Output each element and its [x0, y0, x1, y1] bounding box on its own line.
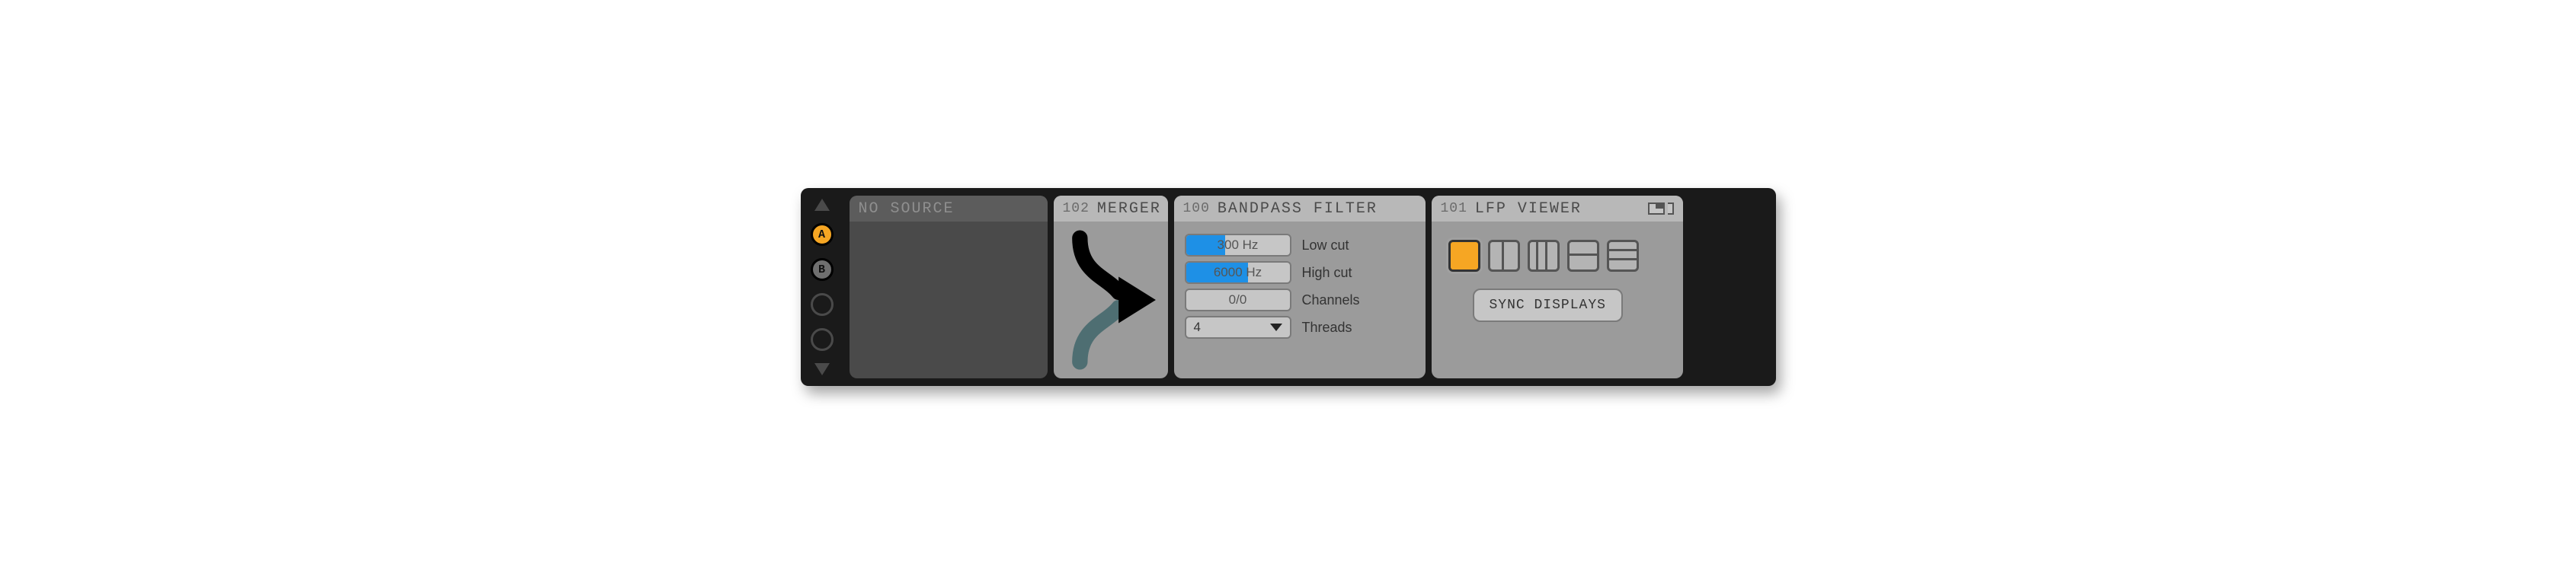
bandpass-titlebar: 100 BANDPASS FILTER	[1174, 196, 1426, 222]
lfp-body: SYNC DISPLAYS	[1432, 222, 1683, 378]
low-cut-unit: Hz	[1243, 238, 1259, 252]
no-source-title: NO SOURCE	[850, 196, 1048, 222]
lfp-id: 101	[1441, 201, 1467, 216]
move-up-icon[interactable]	[814, 199, 830, 211]
merge-arrow-icon	[1064, 229, 1157, 371]
layout-buttons	[1448, 240, 1672, 272]
channels-selector[interactable]: 0/0	[1185, 289, 1291, 311]
merger-id: 102	[1063, 201, 1090, 216]
merger-body	[1054, 222, 1168, 378]
merger-panel: 102 MERGER	[1054, 196, 1168, 378]
low-cut-input[interactable]: 300 Hz	[1185, 234, 1291, 257]
slot-empty-1[interactable]	[811, 293, 834, 316]
lfp-title: LFP VIEWER	[1475, 200, 1582, 218]
high-cut-input[interactable]: 6000 Hz	[1185, 261, 1291, 284]
move-down-icon[interactable]	[814, 363, 830, 375]
bandpass-title: BANDPASS FILTER	[1218, 200, 1378, 218]
high-cut-value: 6000	[1214, 265, 1243, 279]
layout-2col-button[interactable]	[1488, 240, 1520, 272]
no-source-panel: NO SOURCE	[850, 196, 1048, 378]
merger-titlebar: 102 MERGER	[1054, 196, 1168, 222]
no-source-body[interactable]	[850, 222, 1048, 378]
channels-value: 0/0	[1229, 292, 1247, 308]
lfp-titlebar: 101 LFP VIEWER	[1432, 196, 1683, 222]
channels-label: Channels	[1302, 292, 1360, 308]
low-cut-label: Low cut	[1302, 238, 1349, 254]
layout-1x1-button[interactable]	[1448, 240, 1480, 272]
bandpass-panel: 100 BANDPASS FILTER 300 Hz Low cut 6000 …	[1174, 196, 1426, 378]
window-icon[interactable]	[1648, 202, 1665, 215]
slot-b-button[interactable]: B	[811, 258, 834, 281]
threads-value: 4	[1194, 320, 1201, 335]
low-cut-value: 300	[1218, 238, 1239, 252]
layout-2row-button[interactable]	[1567, 240, 1599, 272]
high-cut-label: High cut	[1302, 265, 1352, 281]
bandpass-id: 100	[1183, 201, 1210, 216]
bandpass-body: 300 Hz Low cut 6000 Hz High cut 0/0 Chan…	[1174, 222, 1426, 378]
merger-title: MERGER	[1097, 200, 1161, 218]
slot-a-button[interactable]: A	[811, 223, 834, 246]
chevron-down-icon	[1270, 324, 1282, 331]
layout-3col-button[interactable]	[1528, 240, 1560, 272]
sync-displays-button[interactable]: SYNC DISPLAYS	[1473, 289, 1623, 322]
nav-strip: A B	[801, 196, 843, 378]
signal-chain-rack: A B NO SOURCE 102 MERGER 100 BANDPASS FI	[801, 188, 1776, 386]
layout-3row-button[interactable]	[1607, 240, 1639, 272]
tab-icon[interactable]	[1668, 202, 1674, 215]
slot-empty-2[interactable]	[811, 328, 834, 351]
no-source-title-text: NO SOURCE	[859, 200, 955, 218]
threads-dropdown[interactable]: 4	[1185, 316, 1291, 339]
threads-label: Threads	[1302, 320, 1352, 336]
high-cut-unit: Hz	[1246, 265, 1262, 279]
lfp-viewer-panel: 101 LFP VIEWER	[1432, 196, 1683, 378]
